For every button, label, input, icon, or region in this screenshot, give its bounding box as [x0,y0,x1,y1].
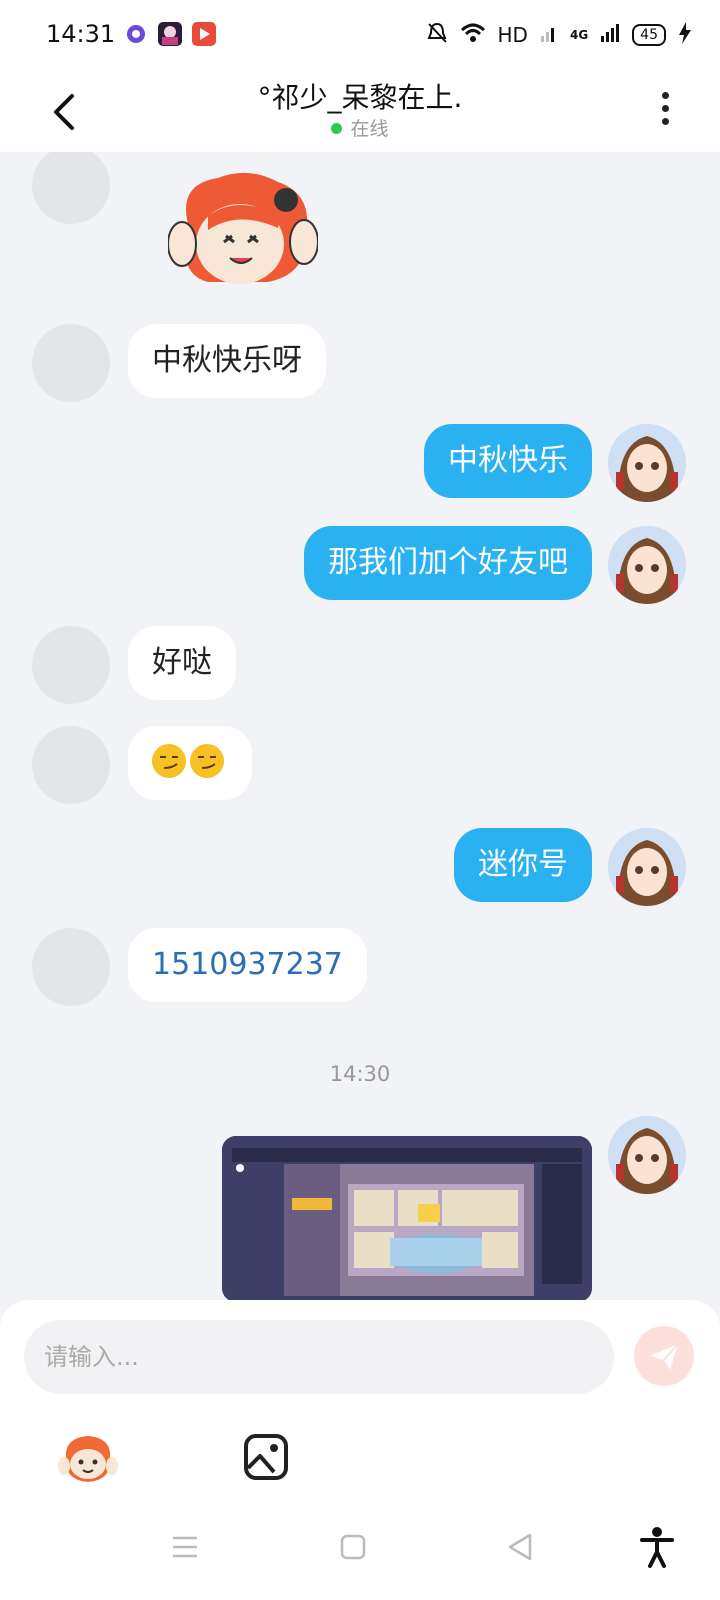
cartoon-sticker-icon [167,172,319,284]
message-timestamp: 14:30 [329,1062,391,1086]
status-bar: 14:31 HD 4G 45 [0,0,720,72]
accessibility-person-icon [640,1527,674,1568]
image-gallery-icon [244,1434,288,1480]
sticker-message[interactable] [167,164,319,294]
mute-bell-icon [426,21,448,50]
smirk-face-icon [190,744,224,778]
send-button[interactable] [634,1326,694,1386]
back-triangle-icon [508,1533,532,1561]
message-bubble-outgoing[interactable]: 那我们加个好友吧 [304,526,592,600]
my-avatar[interactable] [608,424,686,502]
my-avatar[interactable] [608,828,686,906]
signal-icon-1 [540,22,558,49]
contact-avatar[interactable] [32,626,110,704]
app-notification-icon [124,22,148,46]
contact-avatar[interactable] [32,152,110,224]
emoji-message-bubble[interactable] [128,726,252,800]
image-message-thumbnail[interactable] [222,1136,592,1302]
anime-girl-avatar-icon [608,828,686,906]
hd-label: HD [497,23,528,47]
game-notification-icon [158,22,182,46]
anime-girl-avatar-icon [608,526,686,604]
home-nav-button[interactable] [328,1522,378,1572]
message-bubble-incoming-number[interactable]: 1510937237 [128,928,367,1002]
game-screenshot-image [222,1136,592,1302]
status-time: 14:31 [46,20,116,48]
more-dot-icon [661,92,669,99]
my-avatar[interactable] [608,1116,686,1194]
online-status: 在线 [0,114,720,141]
signal-icon-2 [600,22,620,49]
contact-avatar[interactable] [32,928,110,1006]
battery-indicator: 45 [632,24,666,46]
message-list[interactable]: 中秋快乐呀 中秋快乐 那我们加个好友吧 好哒 迷你号 1510937237 14… [0,152,720,1300]
message-input[interactable]: 请输入... [24,1320,614,1394]
network-type-label: 4G [569,28,589,42]
menu-nav-button[interactable] [160,1522,210,1572]
anime-girl-avatar-icon [608,424,686,502]
anime-girl-avatar-icon [608,1116,686,1194]
online-dot-icon [331,123,343,134]
system-navigation-bar [0,1500,720,1600]
smirk-face-icon [152,744,186,778]
contact-avatar[interactable] [32,324,110,402]
chat-header: °祁少_呆黎在上. 在线 [0,72,720,152]
contact-name: °祁少_呆黎在上. [257,81,463,114]
composer-panel: 请输入... [0,1300,720,1500]
message-bubble-incoming[interactable]: 好哒 [128,626,236,700]
wifi-icon [460,22,486,49]
accessibility-button[interactable] [632,1522,682,1572]
message-bubble-outgoing[interactable]: 中秋快乐 [424,424,592,498]
online-status-label: 在线 [350,118,389,140]
more-options-button[interactable] [650,86,680,136]
mascot-sticker-icon [58,1436,118,1482]
charging-icon [678,21,692,50]
contact-avatar[interactable] [32,726,110,804]
my-avatar[interactable] [608,526,686,604]
status-indicators: HD 4G 45 [426,20,692,50]
hamburger-menu-icon [173,1536,197,1558]
paper-plane-icon [650,1343,679,1370]
home-square-icon [340,1534,366,1560]
image-picker-button[interactable] [236,1428,296,1488]
video-app-notification-icon [192,22,216,46]
sticker-picker-button[interactable] [58,1428,118,1488]
back-nav-button[interactable] [496,1522,546,1572]
message-bubble-outgoing[interactable]: 迷你号 [454,828,592,902]
message-bubble-incoming[interactable]: 中秋快乐呀 [128,324,326,398]
